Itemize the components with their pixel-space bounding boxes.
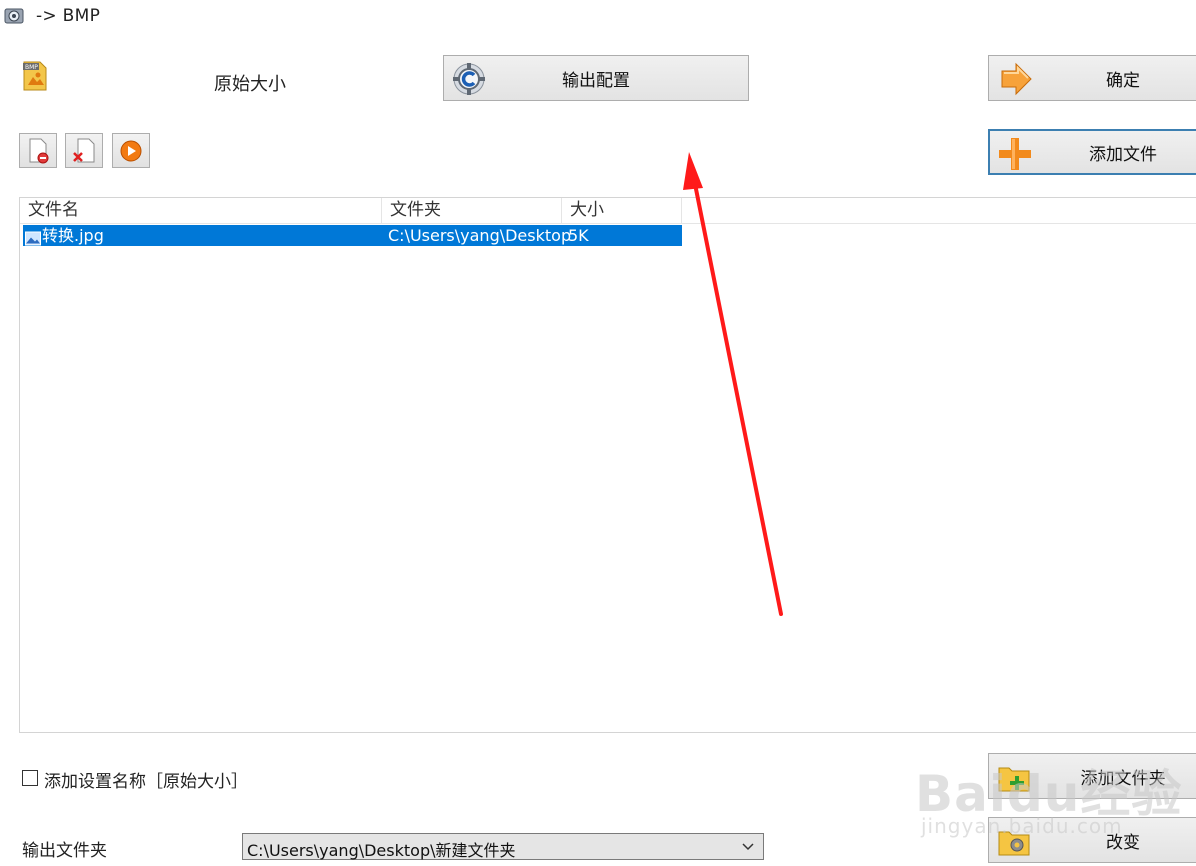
column-header-size[interactable]: 大小 xyxy=(562,198,682,223)
remove-file-icon xyxy=(29,138,49,163)
image-file-icon xyxy=(25,231,41,246)
app-icon xyxy=(4,8,24,24)
column-header-folder[interactable]: 文件夹 xyxy=(382,198,562,223)
output-config-label: 输出配置 xyxy=(562,70,630,91)
table-row[interactable]: 转换.jpg C:\Users\yang\Desktop 5K xyxy=(23,225,682,246)
output-folder-value: C:\Users\yang\Desktop\新建文件夹 xyxy=(247,841,516,860)
preset-label: 原始大小 xyxy=(214,74,286,95)
file-folder-cell: C:\Users\yang\Desktop xyxy=(388,226,572,245)
add-folder-icon xyxy=(998,767,1030,792)
file-list-header: 文件名 文件夹 大小 xyxy=(20,198,1196,224)
file-list[interactable]: 文件名 文件夹 大小 转换.jpg C:\Users\yang\Desktop … xyxy=(19,197,1196,733)
add-file-button[interactable]: 添加文件 xyxy=(988,129,1196,175)
chevron-down-icon xyxy=(742,843,754,851)
bmp-file-icon: BMP xyxy=(23,61,47,91)
output-config-button[interactable]: 输出配置 xyxy=(443,55,749,101)
window-title: -> BMP xyxy=(36,6,101,26)
remove-file-button[interactable] xyxy=(19,133,57,168)
file-size-cell: 5K xyxy=(568,226,589,245)
add-file-label: 添加文件 xyxy=(1089,144,1157,165)
play-icon xyxy=(120,140,142,161)
add-folder-label: 添加文件夹 xyxy=(1080,768,1166,789)
ok-label: 确定 xyxy=(1106,70,1140,91)
folder-settings-icon xyxy=(998,831,1030,856)
clear-list-icon xyxy=(73,138,95,162)
arrow-right-icon xyxy=(1001,62,1032,96)
change-button[interactable]: 改变 xyxy=(988,817,1196,863)
file-name-cell: 转换.jpg xyxy=(42,226,104,245)
add-folder-button[interactable]: 添加文件夹 xyxy=(988,753,1196,799)
start-button[interactable] xyxy=(112,133,150,168)
ok-button[interactable]: 确定 xyxy=(988,55,1196,101)
add-setting-name-label: 添加设置名称［原始大小］ xyxy=(44,772,248,792)
clear-list-button[interactable] xyxy=(65,133,103,168)
column-header-name[interactable]: 文件名 xyxy=(20,198,382,223)
add-setting-name-checkbox[interactable] xyxy=(22,770,38,786)
plus-icon xyxy=(999,138,1031,170)
output-folder-select[interactable]: C:\Users\yang\Desktop\新建文件夹 xyxy=(242,833,764,860)
svg-text:BMP: BMP xyxy=(25,64,38,71)
output-folder-label: 输出文件夹 xyxy=(22,841,107,861)
change-label: 改变 xyxy=(1106,832,1140,853)
